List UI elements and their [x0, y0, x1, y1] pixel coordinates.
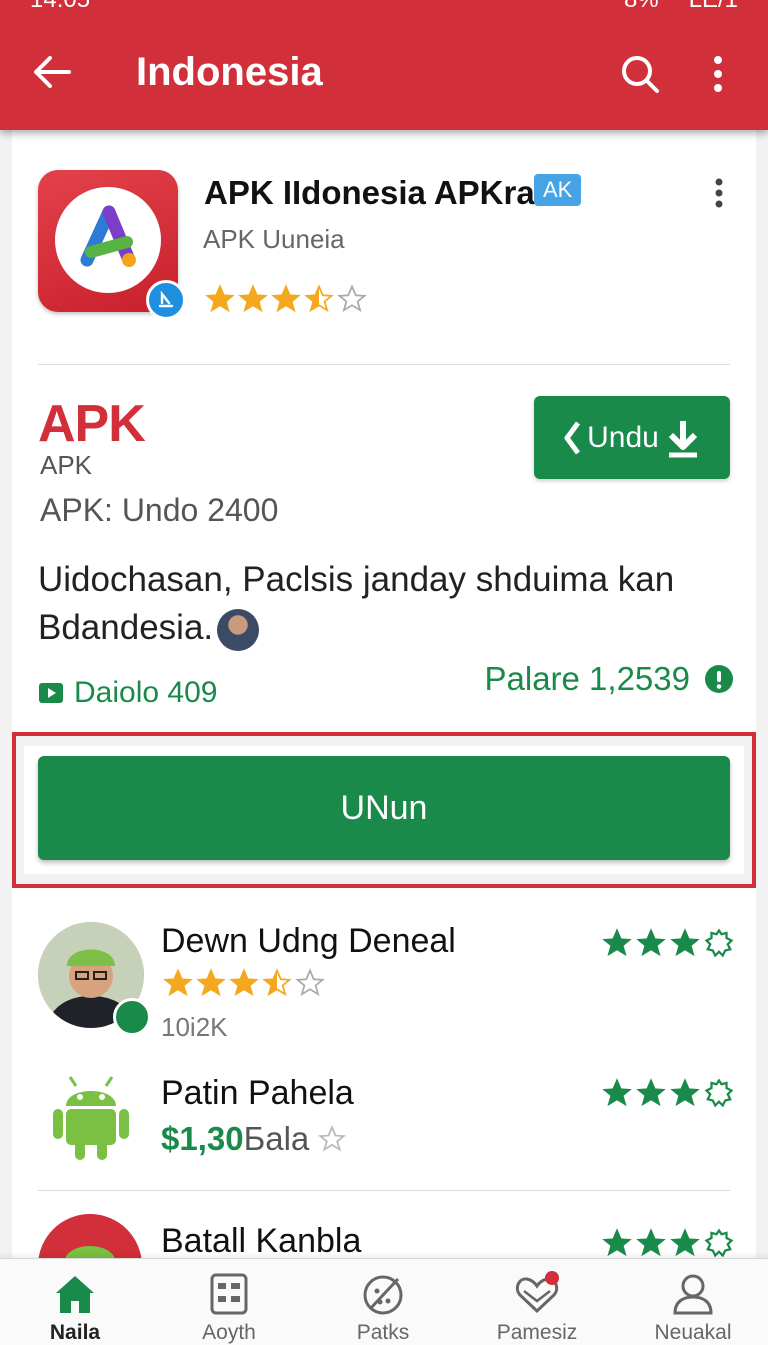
- palare-info: Palare 1,2539: [485, 660, 735, 698]
- back-arrow-icon: [34, 56, 71, 88]
- star-icon: [271, 284, 301, 313]
- nav-label: Pamesiz: [496, 1321, 578, 1344]
- chevron-left-icon: [564, 421, 581, 454]
- app-bar: 14:05 8% LE/1 Indonesia: [0, 0, 768, 130]
- list-item-title[interactable]: Batall Kanbla: [161, 1222, 361, 1261]
- downloads-text: Daiolo 409: [74, 676, 218, 709]
- description-text: Uidochasan, Paclsis janday shduima kan B…: [38, 560, 675, 647]
- price-value: $1,30: [161, 1120, 244, 1157]
- download-button-label: Undu: [587, 420, 659, 454]
- star-icon: [238, 284, 268, 313]
- primary-action-label: UNun: [340, 788, 428, 827]
- overflow-menu-button[interactable]: [696, 48, 740, 100]
- app-logo-icon: [80, 205, 136, 267]
- star-icon: [295, 968, 325, 997]
- gear-icon: [704, 928, 734, 958]
- more-vert-icon: [714, 56, 722, 92]
- app-rating: [205, 284, 367, 314]
- app-version: APK: Undo 2400: [40, 492, 279, 528]
- list-item-right-rating: [602, 1078, 734, 1108]
- list-item-count: 10i2K: [161, 1012, 228, 1042]
- star-icon: [163, 968, 193, 997]
- primary-action-button[interactable]: UNun: [38, 756, 730, 860]
- gear-icon: [704, 1228, 734, 1258]
- price-suffix: Бala: [243, 1120, 310, 1157]
- gear-icon: [704, 1078, 734, 1108]
- star-icon: [636, 1228, 666, 1257]
- page-title: Indonesia: [136, 50, 323, 94]
- star-icon: [229, 968, 259, 997]
- list-item-price: $1,30Бala: [161, 1120, 347, 1158]
- app-developer: APK Uuneia: [203, 224, 345, 254]
- play-icon: [39, 683, 63, 703]
- search-icon: [622, 56, 659, 93]
- nav-label: Aoyth: [202, 1321, 256, 1344]
- list-item-title[interactable]: Patin Pahela: [161, 1074, 354, 1113]
- divider: [38, 1190, 730, 1191]
- nav-label: Naila: [49, 1321, 101, 1344]
- profile-icon: [673, 1274, 713, 1315]
- info-icon[interactable]: [704, 664, 734, 694]
- author-avatar: [217, 608, 260, 651]
- android-badge-icon: [113, 998, 151, 1036]
- app-description: Uidochasan, Paclsis janday shduima kan B…: [38, 556, 728, 652]
- star-icon: [636, 1078, 666, 1107]
- nav-item-profile[interactable]: Neuakal: [618, 1259, 768, 1345]
- star-icon: [670, 928, 700, 957]
- bottom-navigation: Naila Aoyth Patks Pamesiz Neuakal: [0, 1258, 768, 1345]
- palare-text: Palare 1,2539: [484, 660, 691, 697]
- star-icon: [205, 284, 235, 313]
- nav-item-patks[interactable]: Patks: [308, 1259, 458, 1345]
- star-icon: [196, 968, 226, 997]
- home-icon: [56, 1276, 94, 1313]
- star-icon: [262, 968, 292, 997]
- download-button[interactable]: Undu: [534, 396, 730, 479]
- star-icon: [602, 1078, 632, 1107]
- app-name: APK IIdonesia APKra: [204, 174, 535, 211]
- android-icon[interactable]: [50, 1074, 132, 1162]
- apk-caption: APK: [40, 450, 93, 480]
- list-item-rating: [163, 968, 325, 998]
- heart-mail-icon: [515, 1271, 559, 1314]
- nav-item-pamesiz[interactable]: Pamesiz: [462, 1259, 612, 1345]
- status-bar: 14:05 8% LE/1: [30, 0, 738, 14]
- star-icon: [636, 928, 666, 957]
- star-icon: [670, 1078, 700, 1107]
- apps-grid-icon: [210, 1273, 248, 1315]
- back-button[interactable]: [28, 48, 76, 96]
- star-icon: [337, 284, 367, 313]
- more-vert-icon: [715, 178, 723, 208]
- downloads-info: Daiolo 409: [38, 676, 217, 710]
- list-item-right-rating: [602, 928, 734, 958]
- status-battery: 8%: [624, 0, 659, 14]
- search-button[interactable]: [614, 48, 666, 100]
- divider: [38, 364, 730, 365]
- app-more-button[interactable]: [704, 176, 734, 210]
- nav-label: Neuakal: [654, 1321, 732, 1344]
- status-extra: LE/1: [689, 0, 738, 14]
- status-time: 14:05: [30, 0, 90, 14]
- app-badge: AK: [534, 174, 582, 206]
- nav-label: Patks: [356, 1321, 410, 1344]
- apk-logo: APK: [38, 395, 146, 453]
- star-outline-icon: [318, 1124, 347, 1152]
- download-arrow-icon: [668, 420, 697, 457]
- verified-badge-icon: [146, 280, 186, 320]
- star-icon: [670, 1228, 700, 1257]
- nav-item-apps[interactable]: Aoyth: [154, 1259, 304, 1345]
- star-icon: [304, 284, 334, 313]
- list-item-title[interactable]: Dewn Udng Deneal: [161, 922, 456, 961]
- star-icon: [602, 928, 632, 957]
- star-icon: [602, 1228, 632, 1257]
- ball-icon: [363, 1275, 403, 1315]
- list-item-right-rating: [602, 1228, 734, 1258]
- nav-item-home[interactable]: Naila: [0, 1259, 150, 1345]
